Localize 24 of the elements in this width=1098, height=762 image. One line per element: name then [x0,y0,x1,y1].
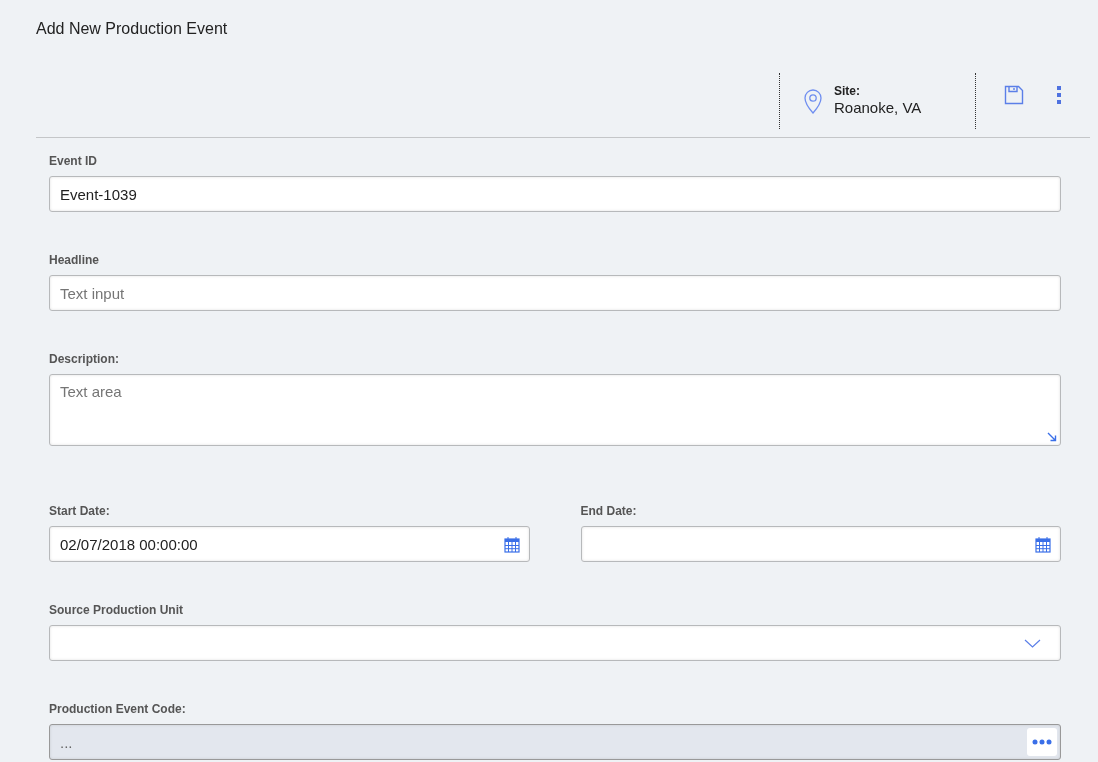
calendar-icon[interactable] [1035,536,1051,553]
field-label: Start Date: [49,503,111,518]
field-label: Production Event Code: [49,701,187,716]
site-label: Site: [834,84,861,98]
chevron-down-icon [1024,638,1041,648]
field-label: Event ID [49,153,98,168]
input-field[interactable] [580,526,1061,562]
site-value: Roanoke, VA [834,97,922,118]
field-label: Headline [49,252,100,267]
field-label: Source Production Unit [49,602,184,617]
input-field[interactable]: Text input [49,275,1061,311]
calendar-icon[interactable] [503,536,520,553]
text-area[interactable]: Text area [49,374,1061,446]
field-label: Description: [49,351,120,366]
input-field[interactable]: 02/07/2018 00:00:00 [49,526,530,562]
field-label: End Date: [580,503,638,518]
vertical-dots-icon [1056,85,1062,105]
browse-button[interactable] [1027,728,1057,756]
input-field[interactable]: Event-1039 [49,176,1061,212]
dropdown-field[interactable] [49,625,1061,661]
resize-handle-icon[interactable] [1047,432,1057,442]
ellipsis-icon [1032,739,1052,745]
page-title: Add New Production Event [35,19,229,39]
location-pin-icon [804,88,822,114]
